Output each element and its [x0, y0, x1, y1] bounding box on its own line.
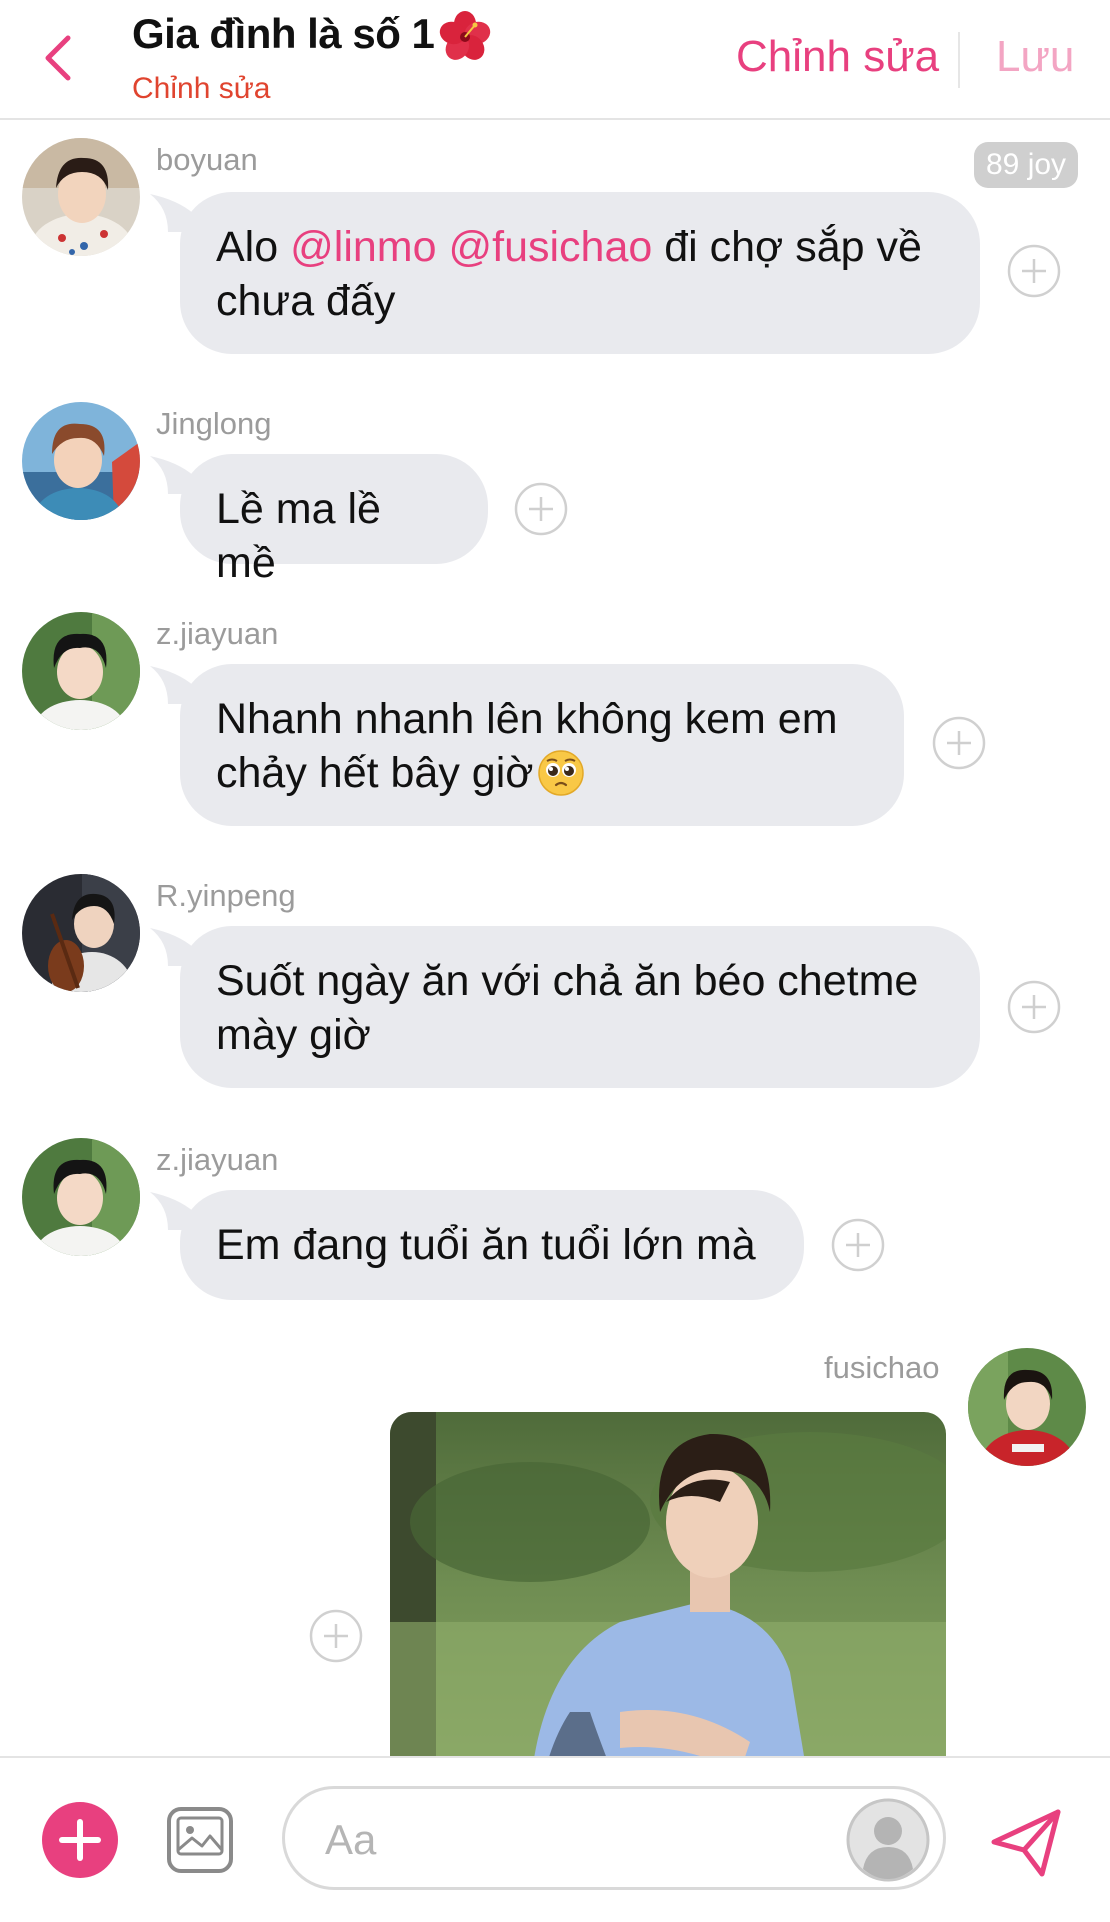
avatar-jinglong[interactable] — [22, 402, 140, 520]
react-plus-icon[interactable] — [309, 1609, 363, 1663]
message-bubble[interactable]: Em đang tuổi ăn tuổi lớn mà — [180, 1190, 804, 1300]
header-divider — [958, 32, 960, 88]
save-button[interactable]: Lưu — [996, 32, 1074, 82]
message-text: Lề ma lề mề — [216, 485, 381, 587]
chat-header: Gia đình là số 1 Chỉnh sửa Chỉnh sửa Lưu — [0, 0, 1110, 120]
avatar-fusichao[interactable] — [968, 1348, 1086, 1466]
message-bubble[interactable]: Alo @linmo @fusichao đi chợ sắp về chưa … — [180, 192, 980, 354]
edit-button[interactable]: Chỉnh sửa — [736, 32, 939, 82]
shared-photo[interactable] — [390, 1412, 946, 1756]
sender-name: Jinglong — [156, 406, 272, 441]
mention-fusichao[interactable]: @fusichao — [448, 223, 652, 271]
hibiscus-flower-icon — [440, 11, 491, 60]
composer-bar — [0, 1756, 1110, 1922]
chat-title-text: Gia đình là số 1 — [132, 10, 435, 58]
pleading-face-emoji-icon — [538, 750, 585, 796]
message-field[interactable] — [282, 1786, 946, 1890]
message-bubble[interactable]: Nhanh nhanh lên không kem em chảy hết bâ… — [180, 664, 904, 826]
mention-linmo[interactable]: @linmo — [290, 223, 436, 271]
avatar-sticker-icon[interactable] — [845, 1797, 931, 1883]
add-plus-icon[interactable] — [42, 1802, 118, 1878]
message-text — [437, 223, 449, 271]
sender-name: boyuan — [156, 142, 258, 177]
chat-subtitle-edit-link[interactable]: Chỉnh sửa — [132, 72, 271, 106]
react-plus-icon[interactable] — [1007, 980, 1061, 1034]
chat-title: Gia đình là số 1 — [132, 10, 492, 64]
sender-name: z.jiayuan — [156, 1142, 279, 1177]
message-text: Em đang tuổi ăn tuổi lớn mà — [216, 1221, 756, 1269]
message-bubble[interactable]: Suốt ngày ăn với chả ăn béo chetme mày g… — [180, 926, 980, 1088]
joy-badge: 89 joy — [974, 142, 1079, 188]
react-plus-icon[interactable] — [831, 1218, 885, 1272]
react-plus-icon[interactable] — [514, 482, 568, 536]
back-chevron-icon[interactable] — [36, 28, 80, 88]
message-text: Alo — [216, 223, 291, 271]
avatar-zjiayuan[interactable] — [22, 1138, 140, 1256]
sender-name: fusichao — [824, 1350, 940, 1385]
message-text: Nhanh nhanh lên không kem em chảy hết bâ… — [216, 695, 838, 797]
sender-name: R.yinpeng — [156, 878, 296, 913]
react-plus-icon[interactable] — [932, 716, 986, 770]
avatar-zjiayuan[interactable] — [22, 612, 140, 730]
message-text: Suốt ngày ăn với chả ăn béo chetme mày g… — [216, 957, 919, 1059]
avatar-ryinpeng[interactable] — [22, 874, 140, 992]
message-bubble[interactable]: Lề ma lề mề — [180, 454, 488, 587]
send-icon[interactable] — [986, 1802, 1066, 1882]
avatar-boyuan[interactable] — [22, 138, 140, 256]
sender-name: z.jiayuan — [156, 616, 279, 651]
react-plus-icon[interactable] — [1007, 244, 1061, 298]
image-gallery-icon[interactable] — [166, 1806, 234, 1874]
message-list[interactable]: boyuan 89 joy Alo @linmo @fusichao đi ch… — [0, 120, 1110, 1756]
message-input[interactable] — [323, 1811, 827, 1869]
